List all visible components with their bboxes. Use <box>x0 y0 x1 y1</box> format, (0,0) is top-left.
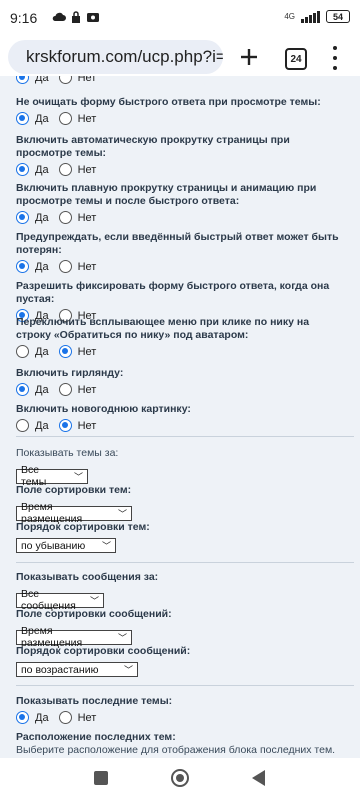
new-tab-button[interactable] <box>236 44 262 70</box>
chevron-down-icon: ﹀ <box>123 665 133 675</box>
signal-icon <box>301 10 320 23</box>
page-content: Да Нет Не очищать форму быстрого ответа … <box>0 76 360 758</box>
select-posts-sort-field: Поле сортировки сообщений: Время размеще… <box>16 608 346 649</box>
setting-label: Включить гирлянду: <box>16 367 124 379</box>
setting-label: Расположение последних тем: <box>16 731 176 743</box>
setting-label: Предупреждать, если введённый быстрый от… <box>16 231 339 256</box>
setting-warn-lost-reply: Предупреждать, если введённый быстрый от… <box>16 231 346 273</box>
setting-label: Включить плавную прокрутку страницы и ан… <box>16 182 317 207</box>
setting-description: Выберите расположение для отображения бл… <box>16 744 336 756</box>
chevron-down-icon: ﹀ <box>73 471 83 482</box>
lock-icon <box>72 11 80 23</box>
setting-label: Включить автоматическую прокрутку страни… <box>16 134 290 159</box>
network-type: 4G <box>284 11 295 21</box>
setting-label: Переключить всплывающее меню при клике п… <box>16 316 310 341</box>
setting-smooth-scroll: Включить плавную прокрутку страницы и ан… <box>16 182 346 224</box>
status-notification-icons <box>52 11 100 23</box>
setting-auto-scroll: Включить автоматическую прокрутку страни… <box>16 134 346 176</box>
screen-record-icon <box>87 13 99 22</box>
radio-yes[interactable]: Да <box>16 419 49 432</box>
radio-no[interactable]: Нет <box>58 163 96 176</box>
back-button[interactable] <box>252 770 265 786</box>
radio-no[interactable]: Нет <box>58 112 96 125</box>
setting-label: Не очищать форму быстрого ответа при про… <box>16 96 321 108</box>
radio-yes[interactable]: Да <box>16 260 49 273</box>
topics-sort-field-dropdown[interactable]: Время размещения ﹀ <box>16 501 132 525</box>
select-label: Показывать сообщения за: <box>16 571 159 583</box>
radio-no[interactable]: Нет <box>58 345 96 358</box>
select-label: Поле сортировки сообщений: <box>16 608 172 620</box>
select-label: Порядок сортировки тем: <box>16 521 150 533</box>
setting-partial: Да Нет <box>16 76 346 84</box>
system-nav-bar <box>0 758 360 800</box>
select-label: Показывать темы за: <box>16 447 119 459</box>
radio-yes[interactable]: Да <box>16 112 49 125</box>
select-label: Поле сортировки тем: <box>16 484 132 496</box>
chevron-down-icon: ﹀ <box>117 632 127 643</box>
url-text: krskforum.com/ucp.php?i= <box>26 47 223 66</box>
radio-yes[interactable]: Да <box>16 163 49 176</box>
posts-sort-field-dropdown[interactable]: Время размещения ﹀ <box>16 625 132 649</box>
battery-icon: 54 <box>326 10 350 23</box>
radio-no[interactable]: Нет <box>58 711 96 724</box>
select-label: Порядок сортировки сообщений: <box>16 645 191 657</box>
status-time: 9:16 <box>10 10 38 26</box>
radio-yes[interactable]: Да <box>16 76 49 84</box>
radio-yes[interactable]: Да <box>16 383 49 396</box>
tab-switcher-button[interactable]: 24 <box>285 48 307 70</box>
radio-no[interactable]: Нет <box>58 76 96 84</box>
setting-new-year-picture: Включить новогоднюю картинку: Да Нет <box>16 403 346 432</box>
url-field[interactable]: krskforum.com/ucp.php?i= <box>8 40 223 74</box>
setting-label: Разрешить фиксировать форму быстрого отв… <box>16 280 330 305</box>
topics-sort-order-dropdown[interactable]: по убыванию ﹀ <box>16 538 116 553</box>
radio-no[interactable]: Нет <box>58 260 96 273</box>
radio-no[interactable]: Нет <box>58 211 96 224</box>
tab-count: 24 <box>290 53 302 65</box>
cloud-icon <box>52 12 66 21</box>
battery-level: 54 <box>332 11 343 22</box>
recents-button[interactable] <box>94 771 108 785</box>
divider <box>16 685 354 686</box>
radio-yes[interactable]: Да <box>16 711 49 724</box>
setting-nick-popup: Переключить всплывающее меню при клике п… <box>16 316 346 358</box>
plus-icon <box>241 49 257 65</box>
chevron-down-icon: ﹀ <box>117 508 127 519</box>
select-topics-sort-field: Поле сортировки тем: Время размещения ﹀ <box>16 484 346 525</box>
select-topics-period: Показывать темы за: Все темы ﹀ <box>16 447 346 488</box>
browser-toolbar: krskforum.com/ucp.php?i= 24 <box>0 38 360 76</box>
browser-menu-button[interactable] <box>332 46 338 70</box>
home-button[interactable] <box>171 769 189 787</box>
setting-label: Включить новогоднюю картинку: <box>16 403 191 415</box>
divider <box>16 562 354 563</box>
posts-period-dropdown[interactable]: Все сообщения ﹀ <box>16 588 104 612</box>
status-bar: 9:16 4G 54 <box>0 0 360 36</box>
select-topics-sort-order: Порядок сортировки тем: по убыванию ﹀ <box>16 521 346 554</box>
setting-latest-location: Расположение последних тем: Выберите рас… <box>16 731 346 757</box>
settings-panel: Да Нет Не очищать форму быстрого ответа … <box>6 76 354 758</box>
chevron-down-icon: ﹀ <box>101 541 111 551</box>
setting-keep-quick-reply: Не очищать форму быстрого ответа при про… <box>16 96 346 125</box>
select-posts-sort-order: Порядок сортировки сообщений: по возраст… <box>16 645 346 678</box>
posts-sort-order-dropdown[interactable]: по возрастанию ﹀ <box>16 662 138 677</box>
chevron-down-icon: ﹀ <box>89 595 99 606</box>
setting-latest-topics: Показывать последние темы: Да Нет <box>16 695 346 724</box>
divider <box>16 436 354 437</box>
setting-garland: Включить гирлянду: Да Нет <box>16 367 346 396</box>
radio-no[interactable]: Нет <box>58 383 96 396</box>
radio-yes[interactable]: Да <box>16 345 49 358</box>
select-posts-period: Показывать сообщения за: Все сообщения ﹀ <box>16 571 346 612</box>
setting-label: Показывать последние темы: <box>16 695 173 707</box>
topics-period-dropdown[interactable]: Все темы ﹀ <box>16 464 88 488</box>
radio-no[interactable]: Нет <box>58 419 96 432</box>
radio-yes[interactable]: Да <box>16 211 49 224</box>
